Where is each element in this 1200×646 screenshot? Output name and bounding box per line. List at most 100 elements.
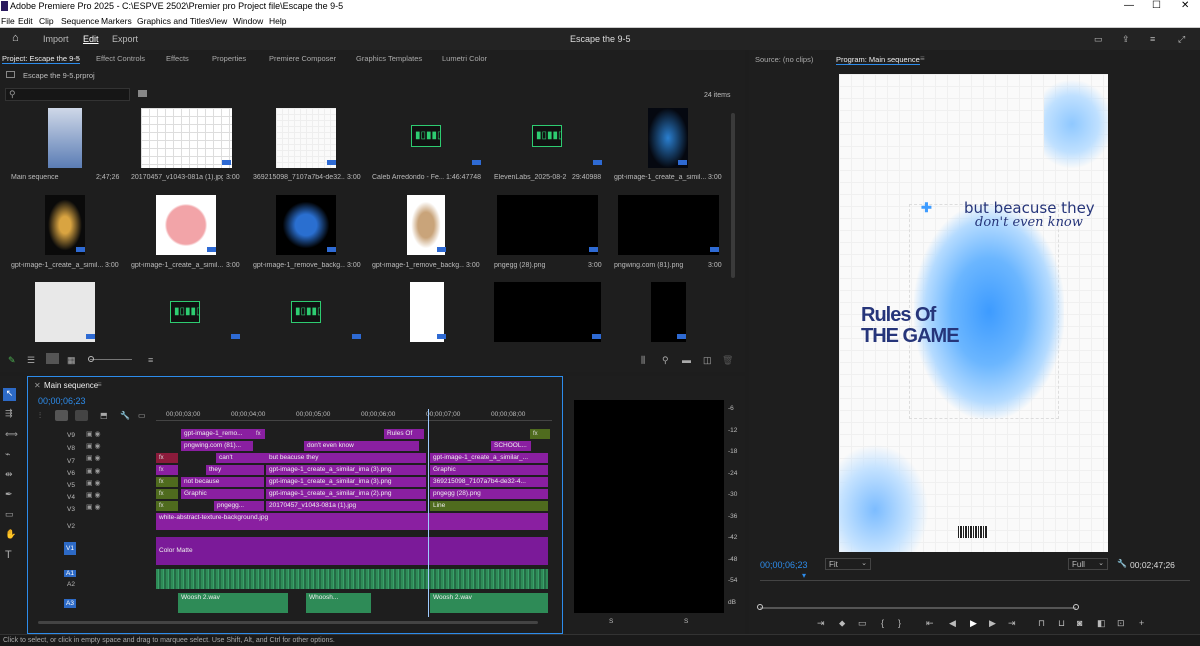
settings-wrench-icon[interactable]: 🔧 [1117, 559, 1127, 568]
program-frame[interactable]: ✚ but beacuse they don't even know Rules… [839, 74, 1108, 552]
clip[interactable]: can't [216, 453, 266, 463]
clip[interactable]: Color Matte [156, 537, 548, 565]
menu-clip[interactable]: Clip [39, 16, 54, 26]
tab-effect-controls[interactable]: Effect Controls [96, 54, 145, 63]
track-label-v7[interactable]: V7 [67, 458, 75, 465]
thumb-thinker-statue[interactable] [407, 195, 445, 255]
menu-window[interactable]: Window [233, 16, 263, 26]
compare-icon[interactable]: ◧ [1097, 618, 1106, 629]
find-icon[interactable]: ⚲ [662, 355, 669, 366]
solo-left-button[interactable]: S [609, 618, 613, 625]
safe-margins-icon[interactable]: ▭ [858, 618, 867, 629]
program-playhead-icon[interactable]: ▾ [802, 571, 806, 580]
panel-toggle-icon[interactable]: ▭ [1094, 34, 1103, 45]
playhead[interactable] [428, 409, 429, 617]
nest-icon[interactable]: ⫶ [39, 411, 41, 421]
add-marker-icon[interactable]: ⬥ [839, 618, 845, 629]
search-input[interactable]: ⚲ [5, 88, 130, 101]
audio-waveform-icon[interactable]: ▮▯▮▮▯▮ [411, 125, 441, 147]
clip[interactable]: Woosh 2.wav [430, 593, 548, 613]
play-icon[interactable]: ▶ [970, 618, 977, 629]
clip-fx[interactable]: fx [156, 453, 178, 463]
zoom-slider[interactable] [90, 359, 132, 360]
thumb-black-1[interactable] [494, 282, 601, 342]
track-select-tool-icon[interactable]: ⇶ [5, 408, 13, 419]
clip-fx[interactable]: fx [530, 429, 550, 439]
track-label-v3[interactable]: V3 [67, 506, 75, 513]
playhead-timecode[interactable]: 00;00;06;23 [38, 396, 86, 406]
minimize-button[interactable]: — [1124, 0, 1134, 11]
thumb-texture-1[interactable] [141, 108, 232, 168]
new-item-icon[interactable]: ◫ [703, 355, 712, 366]
trash-icon[interactable]: 🗑 [722, 355, 733, 366]
audio-clip-a1-a2[interactable] [156, 569, 548, 589]
track-label-a3[interactable]: A3 [64, 599, 76, 608]
thumb-brain-cage[interactable] [276, 195, 336, 255]
hand-tool-icon[interactable]: ✋ [5, 529, 16, 540]
workspace-icon[interactable]: ≡ [1150, 34, 1155, 44]
clip[interactable]: Woosh 2.wav [178, 593, 288, 613]
automate-icon[interactable]: ⫼ [641, 355, 645, 366]
clip[interactable]: white-abstract-texture-background.jpg [156, 513, 548, 530]
ripple-edit-tool-icon[interactable]: ⟺ [5, 429, 18, 440]
clip[interactable]: Line [430, 501, 548, 511]
export-tab[interactable]: Export [112, 34, 138, 44]
thumb-texture-2[interactable] [276, 108, 336, 168]
go-to-out-icon[interactable]: ⇥ [1008, 618, 1016, 629]
home-icon[interactable]: ⌂ [12, 32, 19, 44]
program-ruler[interactable] [760, 580, 1190, 581]
clip[interactable]: Graphic [181, 489, 264, 499]
step-forward-icon[interactable]: ▶ [989, 618, 996, 629]
clip[interactable]: they [206, 465, 264, 475]
menu-file[interactable]: File [1, 16, 15, 26]
clip[interactable]: gpt-image-1_create_a_similar_ima (3).png [266, 465, 426, 475]
track-toggle-icons[interactable]: ▣ ◉ ▣ ◉ ▣ ◉ ▣ ◉ ▣ ◉ ▣ ◉ ▣ ◉ [86, 429, 116, 619]
add-marker-icon[interactable]: ⬒ [100, 411, 108, 420]
clip[interactable]: Rules Of [384, 429, 424, 439]
icon-view-icon[interactable] [46, 353, 59, 364]
menu-markers[interactable]: Markers [101, 16, 132, 26]
clip[interactable]: 369215098_7107a7b4-de32-4... [430, 477, 548, 487]
tab-project[interactable]: Project: Escape the 9-5 [2, 54, 80, 64]
clip[interactable]: Whoosh... [306, 593, 371, 613]
razor-tool-icon[interactable]: ⌁ [5, 449, 10, 460]
go-to-in-icon[interactable]: ⇤ [926, 618, 934, 629]
mark-in-icon[interactable]: ⇥ [817, 618, 825, 629]
solo-right-button[interactable]: S [684, 618, 688, 625]
captions-icon[interactable]: ▭ [138, 411, 146, 420]
pen-tool-icon[interactable]: ✒ [5, 489, 13, 500]
tab-premiere-composer[interactable]: Premiere Composer [269, 54, 336, 63]
thumb-black-2[interactable] [651, 282, 686, 342]
slip-tool-icon[interactable]: ⇹ [5, 469, 13, 480]
track-label-v4[interactable]: V4 [67, 494, 75, 501]
sort-icon[interactable]: ≡ [148, 355, 153, 365]
share-icon[interactable]: ⇪ [1122, 34, 1130, 45]
step-back-icon[interactable]: ◀ [949, 618, 956, 629]
thumb-main-sequence[interactable] [48, 108, 82, 168]
import-tab[interactable]: Import [43, 34, 69, 44]
program-timecode[interactable]: 00;00;06;23 [760, 560, 808, 570]
thumb-texture-3[interactable] [35, 282, 95, 342]
menu-graphics-titles[interactable]: Graphics and Titles [137, 16, 210, 26]
tab-graphics-templates[interactable]: Graphics Templates [356, 54, 422, 63]
selection-tool-icon[interactable]: ↖ [3, 388, 16, 401]
new-bin-icon[interactable]: ▬ [682, 355, 691, 365]
tab-lumetri-color[interactable]: Lumetri Color [442, 54, 487, 63]
track-label-v6[interactable]: V6 [67, 470, 75, 477]
out-brace-icon[interactable]: } [898, 618, 901, 628]
project-scrollbar[interactable] [731, 113, 735, 278]
time-ruler[interactable]: 00;00;03;00 00;00;04;00 00;00;05;00 00;0… [156, 409, 552, 421]
close-tab-icon[interactable]: ✕ [34, 381, 41, 390]
clip-fx[interactable]: fx [253, 429, 265, 439]
clip-fx[interactable]: fx [156, 465, 178, 475]
tab-properties[interactable]: Properties [212, 54, 246, 63]
program-zoom-bar[interactable] [760, 607, 1076, 609]
menu-help[interactable]: Help [269, 16, 286, 26]
maximize-button[interactable]: ☐ [1152, 0, 1161, 11]
new-bin-icon[interactable] [138, 90, 147, 97]
track-label-v8[interactable]: V8 [67, 445, 75, 452]
tab-menu-icon[interactable]: ≡ [97, 380, 102, 389]
clip-fx[interactable]: fx [156, 501, 178, 511]
menu-view[interactable]: View [209, 16, 227, 26]
zoom-start-handle[interactable] [757, 604, 763, 610]
